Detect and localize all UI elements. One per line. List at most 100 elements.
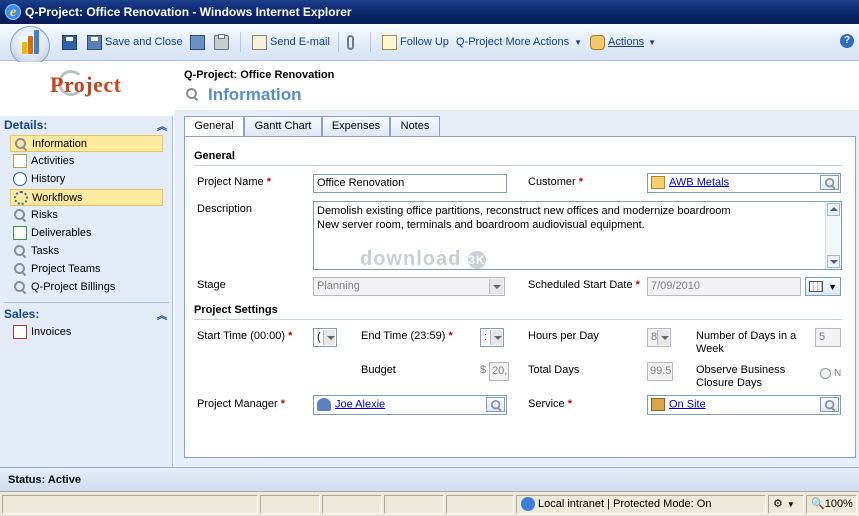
workflows-gear-icon [14,191,28,205]
project-manager-lookup-button[interactable] [486,397,505,412]
zoom-control[interactable]: 🔍100% [806,495,857,514]
customer-link[interactable]: AWB Metals [669,176,729,188]
scheduled-start-input[interactable]: 7/09/2010 [647,277,801,296]
actions-menu[interactable]: Actions ▼ [590,33,656,51]
lookup-icon [490,399,502,411]
dropdown-arrow-icon: ▼ [786,500,795,509]
service-lookup[interactable]: On Site [647,395,841,415]
hours-per-day-select[interactable]: 8 [647,328,671,347]
tasks-icon [14,245,28,259]
collapse-icon[interactable]: ︽ [157,307,167,322]
stage-label: Stage [197,279,226,291]
crm-orb-button[interactable] [10,26,50,66]
attach-file-button[interactable] [347,33,357,51]
general-section-title: General [194,150,235,162]
zoom-icon: 🔍 [811,498,825,510]
form-title: Information [208,85,302,104]
customer-lookup-button[interactable] [820,175,839,190]
printer-icon [214,33,229,50]
project-manager-lookup[interactable]: Joe Alexie [313,395,507,415]
scroll-down-icon[interactable] [827,255,840,268]
browser-status-bar: Local intranet | Protected Mode: On ⚙ ▼ 🔍… [0,491,859,516]
help-icon: ? [843,35,851,46]
project-manager-link[interactable]: Joe Alexie [335,398,385,410]
command-toolbar: Save and Close Send E-mail Follow Up Q-P… [0,24,859,66]
window-title-bar: e Q-Project: Office Renovation - Windows… [0,0,859,24]
stage-select[interactable]: Planning [313,277,505,296]
project-teams-icon [14,263,28,277]
save-icon [62,34,77,50]
follow-up-icon [382,34,397,50]
service-lookup-button[interactable] [820,397,839,412]
invoices-icon [13,325,27,339]
dropdown-arrow-icon [657,330,669,345]
follow-up-button[interactable]: Follow Up [382,33,449,51]
tab-general[interactable]: General [184,116,244,138]
service-link[interactable]: On Site [669,398,706,410]
nav-item-deliverables[interactable]: Deliverables [10,225,163,242]
hours-per-day-label: Hours per Day [528,330,599,342]
start-time-select[interactable]: ( [313,328,337,347]
account-folder-icon [651,176,665,189]
collapse-icon[interactable]: ︽ [157,118,167,133]
more-actions-menu[interactable]: Q-Project More Actions ▼ [456,33,582,51]
tab-gantt-chart[interactable]: Gantt Chart [244,116,322,137]
nav-item-workflows[interactable]: Workflows [10,189,163,206]
save-new-button[interactable] [190,33,208,51]
project-settings-section-title: Project Settings [194,304,278,316]
record-title: Q-Project: Office Renovation [184,69,335,81]
status-panel [2,495,258,514]
orb-logo-icon [22,42,27,54]
billings-icon [14,281,28,295]
tab-notes[interactable]: Notes [390,116,440,137]
save-button[interactable] [62,33,80,51]
save-close-icon [87,34,102,50]
nav-item-invoices[interactable]: Invoices [10,324,163,341]
record-status-bar: Status: Active [0,467,859,491]
security-zone-panel[interactable]: Local intranet | Protected Mode: On [516,495,766,514]
sales-section-header[interactable]: Sales: ︽ [4,307,172,323]
dropdown-arrow-icon [323,330,335,345]
closure-days-radio[interactable] [820,368,831,379]
dropdown-arrow-icon: ▼ [574,38,583,47]
details-section-header[interactable]: Details: ︽ [4,118,172,134]
save-and-close-button[interactable]: Save and Close [87,33,183,51]
nav-item-risks[interactable]: Risks [10,207,163,224]
protected-mode-panel[interactable]: ⚙ ▼ [768,495,804,514]
nav-item-tasks[interactable]: Tasks [10,243,163,260]
end-time-label: End Time (23:59) * [361,330,453,342]
service-label: Service * [528,398,573,410]
q-project-logo: Project [50,72,122,97]
paperclip-icon [347,34,354,50]
scroll-up-icon[interactable] [827,203,840,216]
nav-item-information[interactable]: Information [10,135,163,152]
print-button[interactable] [214,33,232,51]
description-scrollbar[interactable] [825,202,841,269]
customer-lookup[interactable]: AWB Metals [647,173,841,193]
dropdown-arrow-icon: ▼ [648,38,656,47]
nav-item-activities[interactable]: Activities [10,153,163,170]
total-days-input[interactable]: 99.5 [647,362,673,381]
intranet-globe-icon [521,497,535,512]
project-name-input[interactable]: Office Renovation [313,174,507,193]
days-in-week-input[interactable]: 5 [815,328,841,347]
tab-expenses[interactable]: Expenses [322,116,390,137]
dropdown-arrow-icon [490,330,502,345]
nav-item-history[interactable]: History [10,171,163,188]
calendar-button[interactable]: ▼ [805,277,841,296]
closure-days-label: Observe Business Closure Days [696,364,786,389]
end-time-select[interactable]: : [480,328,504,347]
information-icon [15,138,29,152]
project-name-label: Project Name * [197,176,271,188]
ie-logo-icon: e [5,4,21,20]
record-status: Status: Active [8,474,81,486]
budget-input[interactable]: 20, [489,362,509,381]
help-button[interactable]: ? [840,34,854,48]
save-new-icon [190,34,205,50]
nav-item-project-teams[interactable]: Project Teams [10,261,163,278]
history-clock-icon [13,172,27,186]
total-days-label: Total Days [528,364,580,376]
nav-item-q-project-billings[interactable]: Q-Project Billings [10,279,163,296]
download-watermark: download 3K [360,248,486,270]
send-email-button[interactable]: Send E-mail [252,33,330,51]
